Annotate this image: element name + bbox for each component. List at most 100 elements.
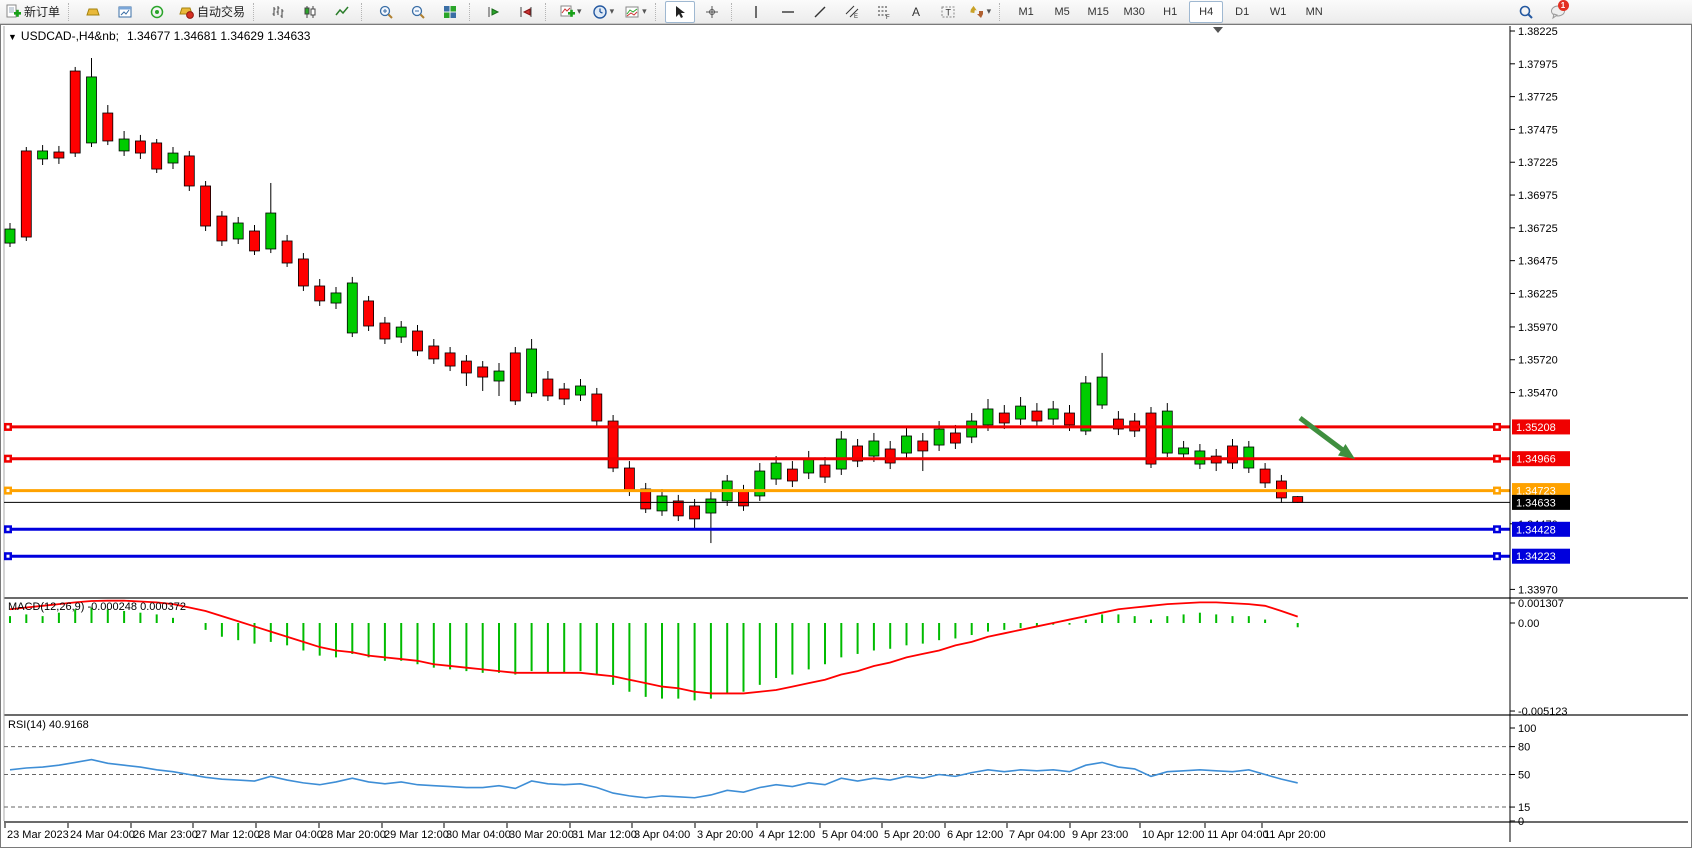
chevron-down-icon: ▾ [610,6,615,17]
candle-up [1048,409,1058,419]
candle-up [1081,383,1091,431]
candle-up [396,327,406,337]
candle-up [494,371,504,381]
rsi-tick-label: 15 [1518,802,1530,814]
chevron-down-icon: ▾ [642,6,647,17]
timeframe-group: M1M5M15M30H1H4D1W1MN [1008,1,1332,23]
indicators-icon [559,4,575,20]
trendline-icon [812,4,828,20]
equidistant-channel-button[interactable]: E [837,1,867,23]
price-tick-label: 1.35970 [1518,322,1558,334]
rsi-tick-label: 50 [1518,770,1530,782]
separator [545,3,551,21]
zoom-out-button[interactable] [403,1,433,23]
time-tick-label: 3 Apr 20:00 [697,829,753,841]
candle-down [510,353,520,401]
trend-arrow[interactable] [1300,418,1344,451]
timeframe-M1[interactable]: M1 [1009,1,1043,23]
chat-button[interactable]: 1 [1543,1,1573,23]
horizontal-line-button[interactable] [773,1,803,23]
chart-window[interactable]: 1.382251.379751.377251.374751.372251.369… [0,24,1692,848]
arrows-button[interactable]: ▾ [965,1,996,23]
zoom-in-button[interactable] [371,1,401,23]
line-handle-center [1496,489,1499,492]
chart-shift-button[interactable] [511,1,541,23]
indicators-button[interactable]: ▾ [555,1,586,23]
arrows-icon [969,4,985,20]
gold-button[interactable] [78,1,108,23]
timeframe-H4[interactable]: H4 [1189,1,1223,23]
candle-up [576,386,586,395]
line-handle-center [7,555,10,558]
chart-shift-marker[interactable] [1213,27,1223,33]
line-handle-center [1496,555,1499,558]
autotrading-button[interactable]: 自动交易 [174,1,249,23]
line-handle-center [1496,457,1499,460]
candle-up [38,151,48,159]
crosshair-button[interactable] [697,1,727,23]
candlestick-chart-button[interactable] [295,1,325,23]
svg-text:A: A [912,5,920,19]
new-order-button[interactable]: 新订单 [1,1,64,23]
separator [731,3,737,21]
panel-separator[interactable] [4,597,1688,599]
separator [655,3,661,21]
signal-button[interactable] [142,1,172,23]
chevron-down-icon: ▾ [577,6,582,17]
chart-window-button[interactable] [110,1,140,23]
price-chart[interactable]: 1.382251.379751.377251.374751.372251.369… [1,25,1691,847]
timeframe-M5[interactable]: M5 [1045,1,1079,23]
candle-down [413,331,423,351]
panel-separator[interactable] [4,714,1688,716]
candle-up [527,349,537,393]
timeframe-M15[interactable]: M15 [1081,1,1115,23]
crosshair-icon [704,4,720,20]
chart-title: ▼USDCAD-,H4&nb;1.34677 1.34681 1.34629 1… [8,29,310,43]
price-tick-label: 1.36475 [1518,256,1558,268]
price-tick-label: 1.35720 [1518,355,1558,367]
auto-scroll-button[interactable] [479,1,509,23]
cursor-button[interactable] [665,1,695,23]
collapse-triangle-icon[interactable]: ▼ [8,32,17,42]
candle-up [902,436,912,453]
chart-symbol-period: USDCAD-,H4 [21,29,94,43]
timeframe-M30[interactable]: M30 [1117,1,1151,23]
text-label-button[interactable]: T [933,1,963,23]
templates-button[interactable]: ▾ [620,1,651,23]
time-tick-label: 11 Apr 04:00 [1207,829,1269,841]
candle-down [135,141,145,153]
fibonacci-button[interactable]: F [869,1,899,23]
trendline-button[interactable] [805,1,835,23]
timeframe-MN[interactable]: MN [1297,1,1331,23]
periods-button[interactable]: ▾ [588,1,619,23]
bar-chart-button[interactable] [263,1,293,23]
candle-down [21,151,31,237]
time-tick-label: 27 Mar 12:00 [195,829,260,841]
candle-up [869,441,879,456]
line-chart-button[interactable] [327,1,357,23]
new-order-label: 新订单 [24,3,60,20]
candle-up [347,283,357,333]
search-button[interactable] [1511,1,1541,23]
templates-icon [624,4,640,20]
text-label-icon: T [940,4,956,20]
time-tick-label: 30 Mar 04:00 [446,829,511,841]
candle-down [217,216,227,241]
time-tick-label: 3 Apr 04:00 [634,829,690,841]
candle-down [690,506,700,519]
candle-down [461,361,471,373]
macd-tick-label: 0.001307 [1518,598,1564,610]
timeframe-D1[interactable]: D1 [1225,1,1259,23]
svg-text:F: F [886,15,890,20]
tile-windows-button[interactable] [435,1,465,23]
time-tick-label: 23 Mar 2023 [7,829,69,841]
text-button[interactable]: A [901,1,931,23]
vertical-line-button[interactable] [741,1,771,23]
candle-down [739,491,749,506]
timeframe-W1[interactable]: W1 [1261,1,1295,23]
cursor-icon [672,4,688,20]
candle-up [331,293,341,303]
candle-down [201,186,211,226]
timeframe-H1[interactable]: H1 [1153,1,1187,23]
candle-up [755,471,765,496]
